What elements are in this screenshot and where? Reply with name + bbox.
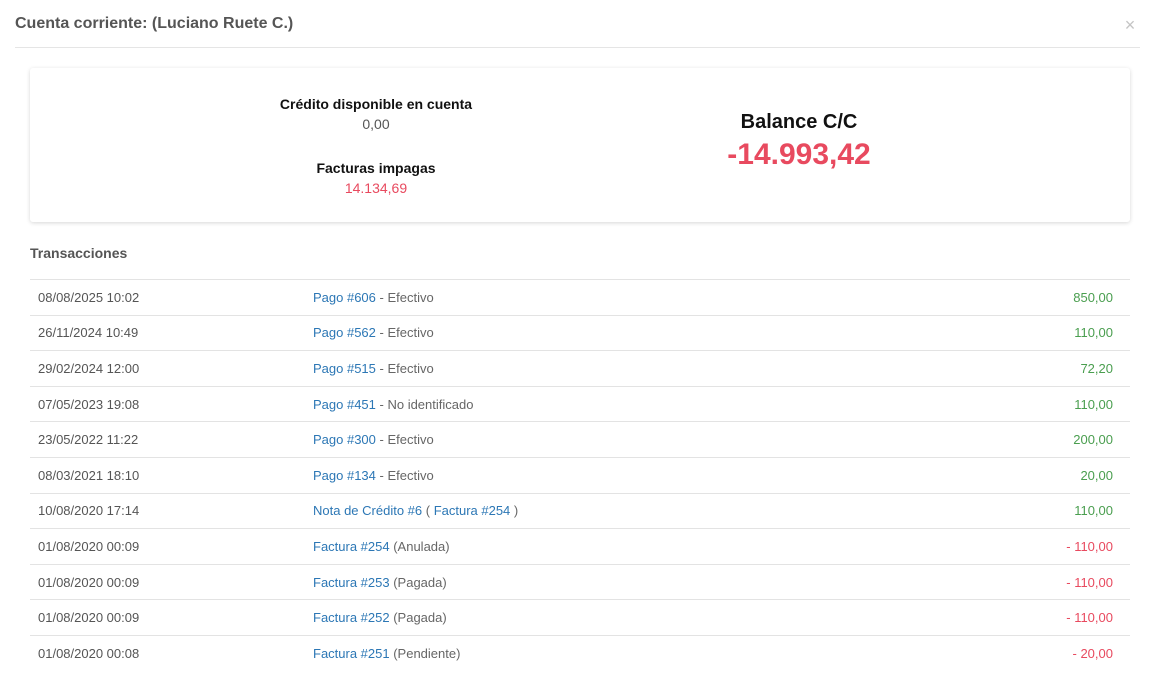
tx-link[interactable]: Pago #451 [313,397,376,412]
tx-detail: - Efectivo [375,360,434,376]
tx-amount: 20,00 [936,456,1130,494]
tx-detail: - Efectivo [375,289,434,305]
balance-value: -14.993,42 [727,138,871,171]
tx-link[interactable]: Pago #562 [313,325,376,340]
tx-date: 01/08/2020 00:08 [30,634,313,672]
tx-detail: (Pendiente) [389,645,461,661]
available-credit-value: 0,00 [362,116,390,132]
tx-amount: - 110,00 [936,528,1130,565]
unpaid-invoices: Facturas impagas 14.134,69 [276,160,476,196]
tx-link[interactable]: Factura #254 [313,539,390,554]
tx-paren-open: ( [422,503,434,519]
transactions-title: Transacciones [30,245,128,261]
table-row: 10/08/2020 17:14 Nota de Crédito #6 ( Fa… [30,492,1130,529]
tx-amount: 850,00 [936,279,1130,316]
tx-date: 08/08/2025 10:02 [30,279,313,316]
tx-description: Pago #515 - Efectivo [313,350,937,387]
tx-amount: 200,00 [936,421,1130,458]
tx-link[interactable]: Factura #253 [313,575,390,590]
available-credit: Crédito disponible en cuenta 0,00 [276,96,476,132]
tx-amount: - 110,00 [936,599,1130,636]
tx-description: Pago #134 - Efectivo [313,456,937,494]
tx-link[interactable]: Pago #134 [313,468,376,483]
account-summary-card: Crédito disponible en cuenta 0,00 Factur… [30,68,1130,222]
table-row: 08/08/2025 10:02 Pago #606 - Efectivo 85… [30,279,1130,316]
tx-date: 01/08/2020 00:09 [30,528,313,565]
tx-related-invoice-link[interactable]: Factura #254 [434,503,511,518]
tx-date: 26/11/2024 10:49 [30,314,313,351]
tx-detail: - Efectivo [375,325,434,341]
tx-description: Pago #606 - Efectivo [313,279,937,316]
tx-description: Factura #252 (Pagada) [313,599,937,636]
tx-description: Pago #562 - Efectivo [313,314,937,351]
tx-date: 01/08/2020 00:09 [30,563,313,600]
table-row: 07/05/2023 19:08 Pago #451 - No identifi… [30,385,1130,422]
tx-amount: 110,00 [936,492,1130,529]
tx-date: 29/02/2024 12:00 [30,350,313,387]
table-row: 29/02/2024 12:00 Pago #515 - Efectivo 72… [30,350,1130,387]
tx-detail: - Efectivo [375,467,434,483]
tx-date: 01/08/2020 00:09 [30,599,313,636]
tx-detail: (Pagada) [389,574,447,590]
tx-description: Factura #253 (Pagada) [313,563,937,600]
tx-description: Factura #251 (Pendiente) [313,634,937,672]
tx-link[interactable]: Factura #252 [313,610,390,625]
tx-link[interactable]: Nota de Crédito #6 [313,503,422,518]
available-credit-label: Crédito disponible en cuenta [279,96,473,112]
tx-amount: 110,00 [936,314,1130,351]
table-row: 26/11/2024 10:49 Pago #562 - Efectivo 11… [30,314,1130,351]
table-row: 01/08/2020 00:09 Factura #254 (Anulada) … [30,528,1130,565]
unpaid-invoices-value: 14.134,69 [344,180,408,196]
tx-amount: 72,20 [936,350,1130,387]
tx-description: Nota de Crédito #6 ( Factura #254 ) [313,492,937,529]
table-row: 23/05/2022 11:22 Pago #300 - Efectivo 20… [30,421,1130,458]
tx-link[interactable]: Pago #515 [313,361,376,376]
tx-link[interactable]: Factura #251 [313,646,390,661]
tx-description: Pago #451 - No identificado [313,385,937,422]
account-balance: Balance C/C -14.993,42 [689,111,909,172]
tx-detail: - No identificado [375,396,474,412]
tx-date: 10/08/2020 17:14 [30,492,313,529]
tx-amount: - 110,00 [936,563,1130,600]
tx-date: 07/05/2023 19:08 [30,385,313,422]
transactions-table: 08/08/2025 10:02 Pago #606 - Efectivo 85… [30,279,1130,672]
tx-amount: - 20,00 [936,634,1130,672]
tx-detail: (Pagada) [389,610,447,626]
modal-header: Cuenta corriente: (Luciano Ruete C.) × [15,0,1140,48]
table-row: 01/08/2020 00:09 Factura #252 (Pagada) -… [30,599,1130,636]
tx-date: 08/03/2021 18:10 [30,456,313,494]
table-row: 01/08/2020 00:09 Factura #253 (Pagada) -… [30,563,1130,600]
table-row: 08/03/2021 18:10 Pago #134 - Efectivo 20… [30,456,1130,494]
table-row: 01/08/2020 00:08 Factura #251 (Pendiente… [30,634,1130,672]
unpaid-invoices-label: Facturas impagas [316,160,436,176]
close-icon[interactable]: × [1120,15,1140,35]
modal-title: Cuenta corriente: (Luciano Ruete C.) [15,15,294,32]
tx-description: Pago #300 - Efectivo [313,421,937,458]
balance-label: Balance C/C [740,111,858,133]
tx-link[interactable]: Pago #606 [313,290,376,305]
tx-amount: 110,00 [936,385,1130,422]
tx-description: Factura #254 (Anulada) [313,528,937,565]
tx-link[interactable]: Pago #300 [313,432,376,447]
tx-date: 23/05/2022 11:22 [30,421,313,458]
tx-detail: - Efectivo [375,432,434,448]
tx-detail: (Anulada) [389,538,450,554]
tx-paren-close: ) [510,503,519,519]
